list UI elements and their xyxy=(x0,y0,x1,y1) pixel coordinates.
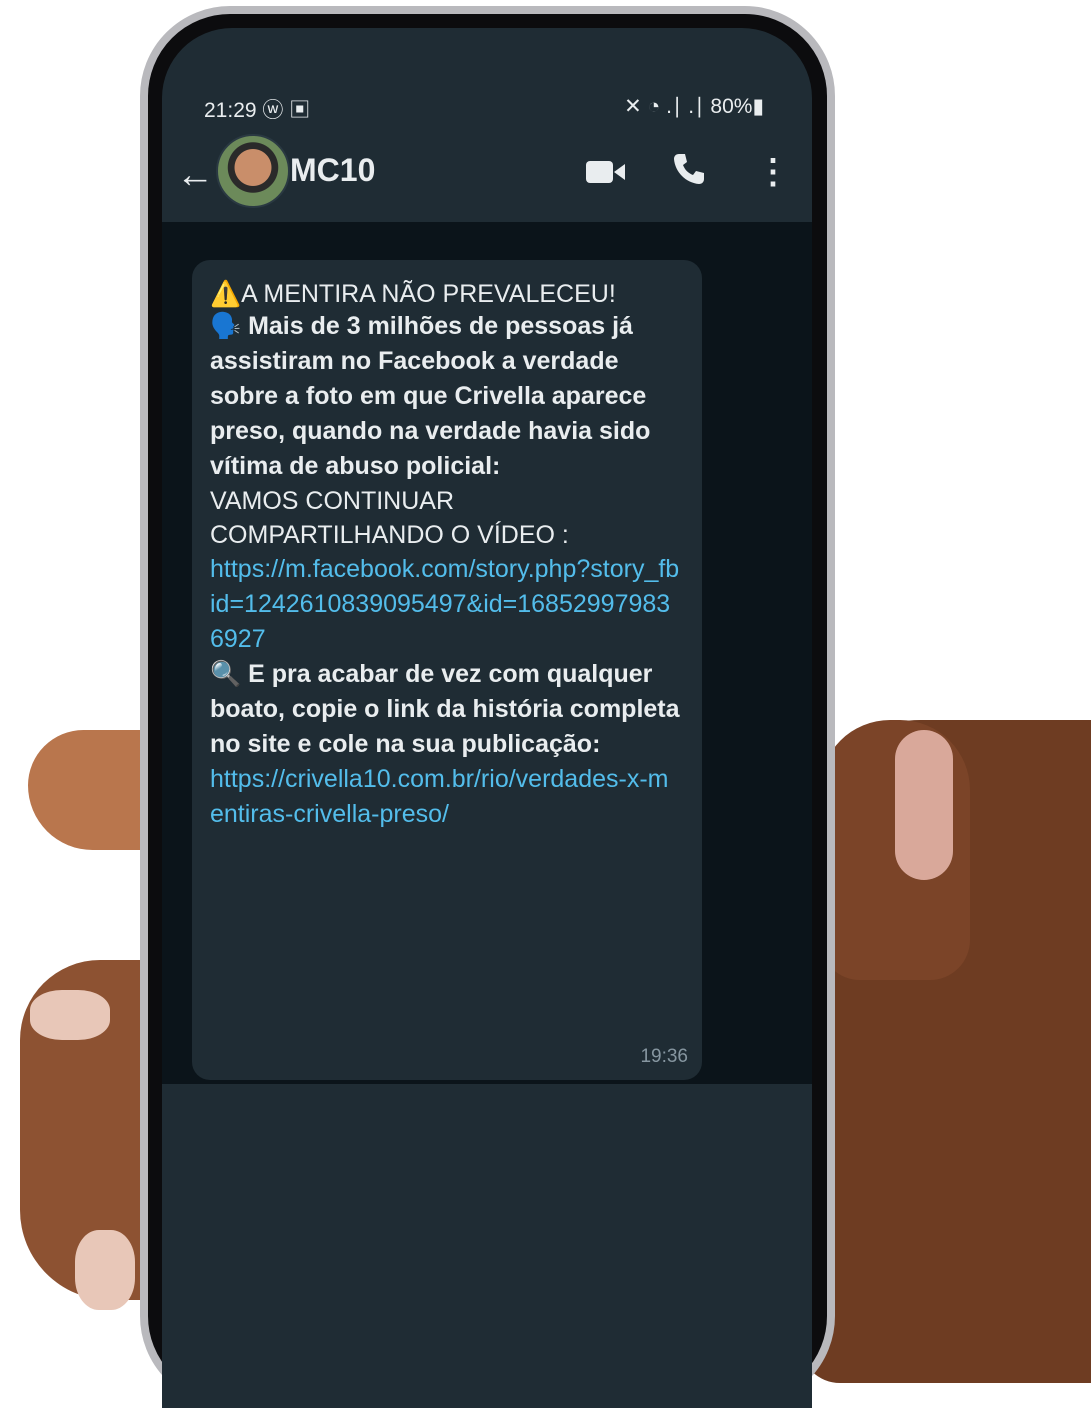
back-arrow-icon[interactable]: ← xyxy=(176,154,214,197)
fingernail xyxy=(75,1230,135,1310)
message-timestamp: 19:36 xyxy=(640,1046,688,1067)
fingernail xyxy=(30,990,110,1040)
video-call-icon[interactable] xyxy=(586,158,626,191)
more-options-icon[interactable]: ⋮ xyxy=(756,152,790,192)
message-call-to-action: VAMOS CONTINUAR COMPARTILHANDO O VÍDEO : xyxy=(210,487,569,549)
contact-name[interactable]: MC10 xyxy=(290,152,375,189)
message-paragraph: 🗣️ Mais de 3 milhões de pessoas já assis… xyxy=(210,312,651,480)
phone-call-icon[interactable] xyxy=(672,152,706,195)
status-icons: ✕︎ ◔ .∣ .∣ 80%▮ xyxy=(624,95,764,118)
message-link-site[interactable]: https://crivella10.com.br/rio/verdades-x… xyxy=(210,762,682,832)
message-paragraph: 🔍 E pra acabar de vez com qualquer boato… xyxy=(210,660,680,758)
status-time: 21:29 ⓦ ▣ xyxy=(204,99,311,122)
status-bar: 21:29 ⓦ ▣ ✕︎ ◔ .∣ .∣ 80%▮ xyxy=(162,88,812,128)
message-link-facebook[interactable]: https://m.facebook.com/story.php?story_f… xyxy=(210,552,682,657)
message-heading: ⚠️A MENTIRA NÃO PREVALECEU! xyxy=(210,280,616,308)
avatar[interactable] xyxy=(216,134,290,208)
chat-header: ← MC10 ⋮ xyxy=(162,128,812,222)
thumbnail-right xyxy=(895,730,953,880)
chat-empty-area xyxy=(162,1084,812,1408)
message-bubble[interactable]: ⚠️A MENTIRA NÃO PREVALECEU! 🗣️ Mais de 3… xyxy=(192,260,702,1080)
